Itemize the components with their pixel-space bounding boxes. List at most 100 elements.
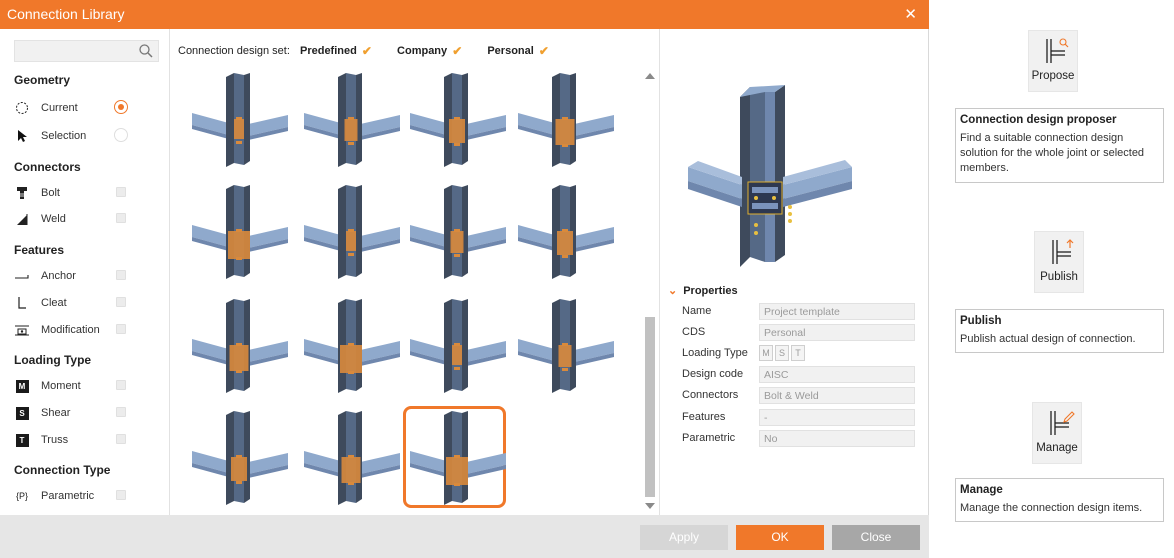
shear-filter[interactable]: S Shear — [14, 404, 128, 422]
connection-tile[interactable] — [514, 297, 617, 399]
search-input[interactable] — [14, 40, 159, 62]
modification-checkbox[interactable] — [116, 324, 126, 334]
anchor-label: Anchor — [41, 270, 76, 282]
connection-thumbnail — [304, 299, 400, 393]
geometry-selection-option[interactable]: Selection — [14, 127, 128, 145]
connection-tile[interactable] — [300, 409, 403, 511]
ok-button[interactable]: OK — [736, 525, 824, 550]
loading-t-toggle: T — [791, 345, 805, 361]
truss-filter[interactable]: T Truss — [14, 431, 128, 449]
cleat-filter[interactable]: Cleat — [14, 294, 128, 312]
loading-m-toggle: M — [759, 345, 773, 361]
shear-checkbox[interactable] — [116, 407, 126, 417]
prop-name: Name Project template — [682, 303, 916, 320]
connection-tile[interactable] — [300, 297, 403, 399]
window-title: Connection Library — [7, 6, 125, 22]
modification-filter[interactable]: Modification — [14, 321, 128, 339]
connection-tile[interactable] — [403, 406, 506, 508]
connection-tile[interactable] — [188, 183, 291, 285]
selection-label: Selection — [41, 130, 87, 142]
connection-tile[interactable] — [514, 183, 617, 285]
connection-tile[interactable] — [188, 409, 291, 511]
design-set-company[interactable]: Company — [397, 45, 447, 57]
connection-grid — [188, 69, 628, 515]
dialog-footer: Apply OK Close — [0, 515, 929, 558]
connection-library-dialog: Connection Library ✕ Geometry Current Se… — [0, 0, 929, 558]
bolt-checkbox[interactable] — [116, 187, 126, 197]
parametric-filter[interactable]: {P} Parametric — [14, 487, 128, 505]
connection-preview — [688, 85, 852, 267]
weld-filter[interactable]: Weld — [14, 210, 128, 228]
manage-button[interactable]: Manage — [1032, 402, 1082, 464]
cleat-checkbox[interactable] — [116, 297, 126, 307]
connection-tile[interactable] — [406, 297, 509, 399]
propose-icon — [1046, 38, 1069, 63]
shear-label: Shear — [41, 407, 71, 419]
publish-icon — [1052, 239, 1074, 264]
design-set-predefined[interactable]: Predefined — [300, 45, 357, 57]
loading-type-heading: Loading Type — [14, 353, 92, 367]
manage-caption: Manage — [1036, 442, 1078, 454]
propose-button[interactable]: Propose — [1028, 30, 1078, 92]
geometry-current-option[interactable]: Current — [14, 99, 128, 117]
connection-thumbnail — [192, 185, 288, 279]
anchor-filter[interactable]: Anchor — [14, 267, 128, 285]
selection-radio[interactable] — [114, 128, 128, 142]
anchor-checkbox[interactable] — [116, 270, 126, 280]
scroll-thumb[interactable] — [645, 317, 655, 497]
properties-header[interactable]: ⌄ Properties — [668, 284, 738, 297]
apply-button[interactable]: Apply — [640, 525, 728, 550]
publish-caption: Publish — [1040, 271, 1078, 283]
prop-connectors-value: Bolt & Weld — [759, 387, 915, 404]
gallery-scrollbar[interactable] — [643, 69, 657, 509]
scroll-down-icon[interactable] — [645, 503, 655, 509]
shear-icon: S — [15, 406, 29, 420]
prop-cds-key: CDS — [682, 326, 706, 338]
prop-features-key: Features — [682, 411, 726, 423]
modification-label: Modification — [41, 324, 100, 336]
right-divider — [659, 29, 660, 515]
current-radio[interactable] — [114, 100, 128, 114]
prop-design-code-key: Design code — [682, 368, 744, 380]
connection-tile[interactable] — [406, 71, 509, 173]
connectors-heading: Connectors — [14, 160, 81, 174]
scroll-up-icon[interactable] — [645, 73, 655, 79]
moment-icon: M — [15, 379, 29, 393]
design-set-label: Connection design set: — [178, 45, 290, 57]
prop-name-key: Name — [682, 305, 712, 317]
prop-connectors: Connectors Bolt & Weld — [682, 387, 916, 404]
prop-connectors-key: Connectors — [682, 389, 739, 401]
design-set-personal[interactable]: Personal — [487, 45, 533, 57]
proposer-help-title: Connection design proposer — [960, 114, 1117, 126]
connection-tile[interactable] — [188, 71, 291, 173]
personal-check-icon[interactable]: ✔ — [539, 44, 549, 58]
connection-thumbnail — [410, 73, 506, 167]
connection-tile[interactable] — [300, 71, 403, 173]
connection-thumbnail — [518, 299, 614, 393]
connection-tile[interactable] — [406, 183, 509, 285]
publish-help-desc: Publish actual design of connection. — [960, 333, 1136, 345]
bolt-filter[interactable]: Bolt — [14, 184, 128, 202]
prop-cds: CDS Personal — [682, 324, 916, 341]
predefined-check-icon[interactable]: ✔ — [362, 44, 372, 58]
connection-tile[interactable] — [300, 183, 403, 285]
close-icon[interactable]: ✕ — [904, 5, 917, 23]
moment-filter[interactable]: M Moment — [14, 377, 128, 395]
parametric-checkbox[interactable] — [116, 490, 126, 500]
search-icon[interactable] — [138, 43, 154, 59]
loading-s-toggle: S — [775, 345, 789, 361]
connection-tile[interactable] — [188, 297, 291, 399]
truss-label: Truss — [41, 434, 69, 446]
truss-checkbox[interactable] — [116, 434, 126, 444]
weld-icon — [14, 211, 30, 227]
weld-checkbox[interactable] — [116, 213, 126, 223]
manage-icon — [1050, 411, 1075, 435]
publish-button[interactable]: Publish — [1034, 231, 1084, 293]
close-button[interactable]: Close — [832, 525, 920, 550]
moment-checkbox[interactable] — [116, 380, 126, 390]
prop-name-value: Project template — [759, 303, 915, 320]
manage-help-card: Manage Manage the connection design item… — [955, 478, 1164, 522]
connection-tile[interactable] — [514, 71, 617, 173]
company-check-icon[interactable]: ✔ — [452, 44, 462, 58]
chevron-down-icon[interactable]: ⌄ — [668, 285, 677, 297]
